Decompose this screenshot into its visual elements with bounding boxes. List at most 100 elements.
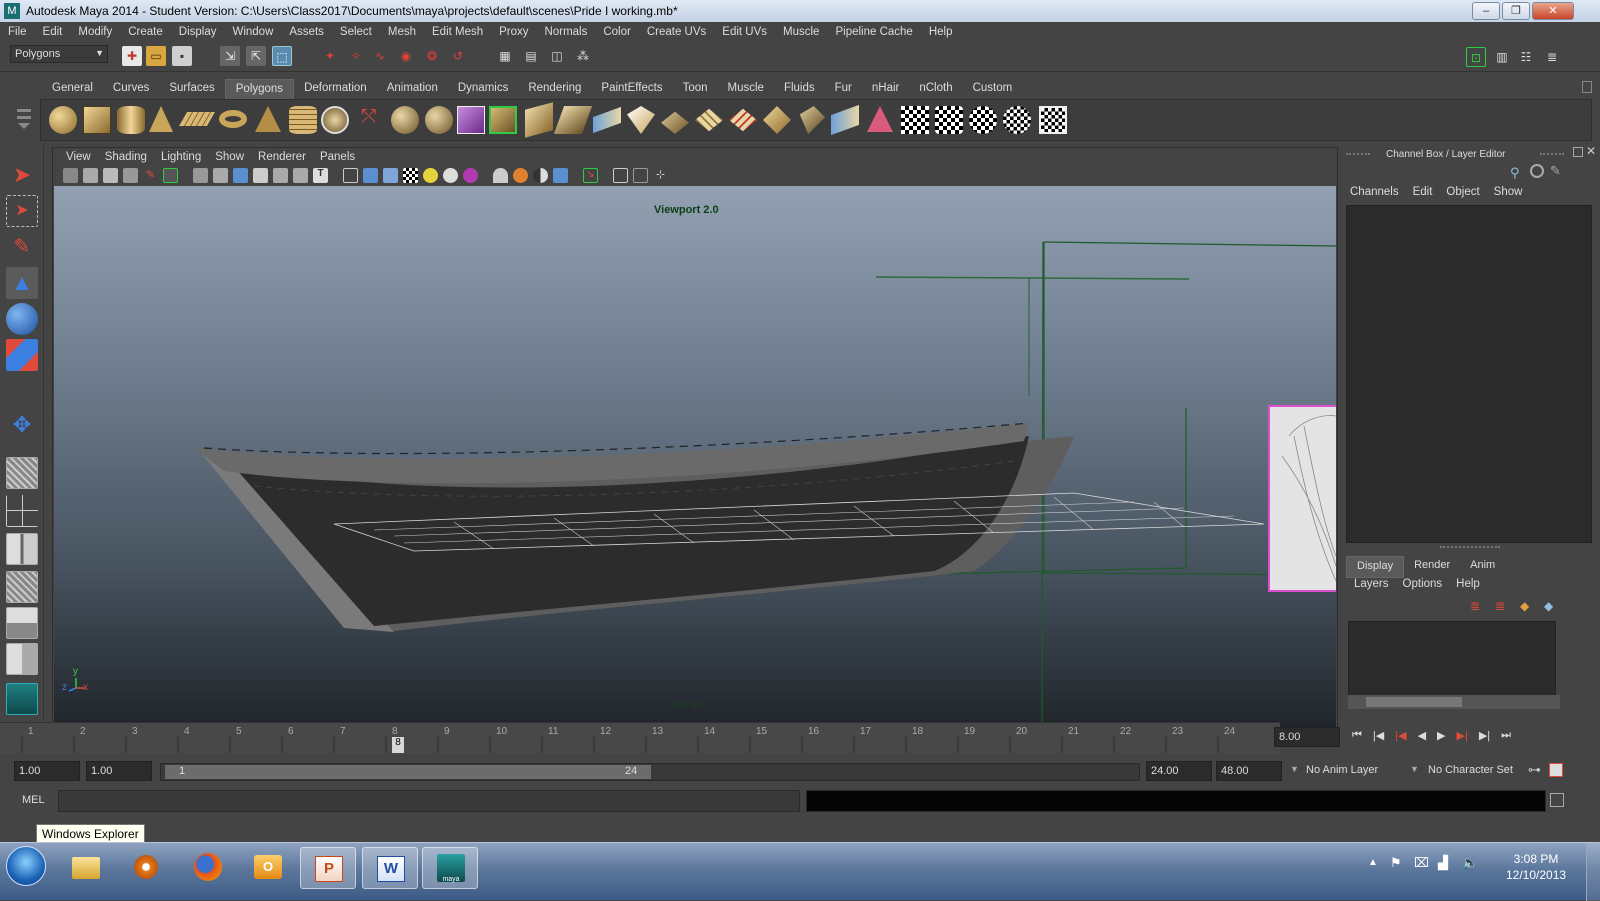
outliner-graph-layout-icon[interactable] <box>6 643 38 675</box>
new-layer-selected-icon[interactable]: ◆ <box>1544 599 1553 613</box>
menu-window[interactable]: Window <box>224 26 281 38</box>
edit-icon[interactable]: ✎ <box>1550 163 1561 179</box>
insert-edge-loop-icon[interactable] <box>627 106 655 134</box>
restore-button[interactable]: ❐ <box>1502 2 1530 20</box>
taskbar-powerpoint[interactable]: P <box>300 847 356 889</box>
motion-blur-icon[interactable] <box>493 168 508 183</box>
attribute-editor-icon[interactable]: ⚲ <box>1510 165 1520 181</box>
wedge-face-icon[interactable] <box>763 106 791 134</box>
gate-mask-icon[interactable] <box>253 168 268 183</box>
select-hierarchy-icon[interactable]: ⇲ <box>220 46 240 66</box>
play-backwards-icon[interactable]: ◀ <box>1418 729 1426 742</box>
pick-mask-icon[interactable]: ✦ <box>320 46 340 66</box>
shelf-tab-surfaces[interactable]: Surfaces <box>159 79 225 99</box>
shelf-tab-general[interactable]: General <box>42 79 103 99</box>
two-d-pan-zoom-icon[interactable]: ✎ <box>143 168 158 183</box>
safely-remove-hardware-icon[interactable]: ⌧ <box>1414 855 1429 871</box>
shelf-tab-ncloth[interactable]: nCloth <box>909 79 963 99</box>
layer-scrollbar[interactable] <box>1348 695 1560 709</box>
panel-menu-panels[interactable]: Panels <box>313 151 362 163</box>
multisample-aa-icon[interactable] <box>513 168 528 183</box>
open-scene-icon[interactable]: ▭ <box>146 46 166 66</box>
depth-of-field-icon[interactable] <box>533 168 548 183</box>
wireframe-on-shaded-icon[interactable] <box>383 168 398 183</box>
shelf-tab-dynamics[interactable]: Dynamics <box>447 79 519 99</box>
menu-create-uvs[interactable]: Create UVs <box>639 26 714 38</box>
show-modeling-toolkit-icon[interactable]: ⊡ <box>1466 47 1486 67</box>
duplicate-face-icon[interactable] <box>799 106 825 134</box>
offset-edge-loop-icon[interactable] <box>661 111 689 134</box>
poly-cube-icon[interactable] <box>83 106 111 134</box>
poly-prism-icon[interactable] <box>255 106 281 132</box>
taskbar-word[interactable]: W <box>362 847 418 889</box>
character-set-dropdown[interactable]: No Character Set <box>1428 764 1513 776</box>
rotate-tool-icon[interactable] <box>6 303 38 335</box>
poly-pipe-icon[interactable] <box>289 106 317 134</box>
taskbar-firefox[interactable] <box>180 847 236 889</box>
menu-pipeline-cache[interactable]: Pipeline Cache <box>827 26 920 38</box>
sculpt-geometry-icon[interactable] <box>867 106 893 132</box>
time-slider[interactable]: 1 2 3 4 5 6 7 8 9 10 11 12 13 14 15 16 17 18 19 20 21 22 23 24 … <box>0 722 1280 754</box>
animation-preferences-icon[interactable] <box>1549 763 1563 777</box>
go-to-end-icon[interactable]: ⏭ <box>1501 729 1511 742</box>
channel-box-menu-show[interactable]: Show <box>1494 186 1523 198</box>
channel-box-menu-edit[interactable]: Edit <box>1413 186 1433 198</box>
move-layer-down-icon[interactable]: ≣ <box>1495 599 1505 613</box>
splitter-grip[interactable] <box>1440 546 1500 548</box>
layer-menu-help[interactable]: Help <box>1456 578 1480 590</box>
bookmarks-icon[interactable] <box>103 168 118 183</box>
safe-title-icon[interactable]: T <box>313 168 328 183</box>
minimize-button[interactable]: – <box>1472 2 1500 20</box>
layer-menu-options[interactable]: Options <box>1403 578 1443 590</box>
poke-face-icon[interactable] <box>729 108 757 132</box>
new-layer-icon[interactable]: ◆ <box>1520 599 1529 613</box>
shelf-menu-icon[interactable] <box>1582 81 1592 93</box>
four-view-layout-icon[interactable] <box>6 495 38 527</box>
xray-icon[interactable] <box>553 168 568 183</box>
image-plane-icon[interactable] <box>123 168 138 183</box>
graph-editor-layout-icon[interactable] <box>6 571 38 603</box>
snap-curve-icon[interactable]: ▤ <box>521 46 541 66</box>
pick-mask-dynamics-icon[interactable]: ↺ <box>448 46 468 66</box>
screen-space-ao-icon[interactable] <box>463 168 478 183</box>
spherical-mapping-icon[interactable] <box>969 106 997 134</box>
system-clock[interactable]: 3:08 PM 12/10/2013 <box>1506 851 1566 883</box>
separate-icon[interactable] <box>391 106 419 134</box>
script-editor-icon[interactable] <box>1550 793 1564 807</box>
channel-box-menu-object[interactable]: Object <box>1446 186 1479 198</box>
start-time-field[interactable]: 1.00 <box>14 761 80 781</box>
action-center-flag-icon[interactable]: ⚑ <box>1390 855 1402 871</box>
menuset-dropdown[interactable]: Polygons ▼ <box>10 45 108 63</box>
select-camera-icon[interactable] <box>63 168 78 183</box>
xray-active-components-icon[interactable] <box>633 168 648 183</box>
select-tool-icon[interactable]: ➤ <box>6 159 38 191</box>
shelf-options-icon[interactable] <box>14 105 34 139</box>
panel-menu-renderer[interactable]: Renderer <box>251 151 313 163</box>
cylindrical-mapping-icon[interactable] <box>935 106 963 134</box>
step-back-key-icon[interactable]: |◀ <box>1373 729 1384 742</box>
range-handle[interactable] <box>165 765 651 779</box>
show-desktop-button[interactable] <box>1586 843 1600 901</box>
pick-mask-joints-icon[interactable]: ✧ <box>346 46 366 66</box>
channel-box-icon[interactable]: ≣ <box>1542 47 1562 67</box>
bridge-icon[interactable] <box>525 102 553 138</box>
wireframe-icon[interactable] <box>343 168 358 183</box>
menu-display[interactable]: Display <box>171 26 225 38</box>
menu-modify[interactable]: Modify <box>70 26 120 38</box>
tool-settings-icon[interactable]: ☷ <box>1516 47 1536 67</box>
shadows-icon[interactable] <box>443 168 458 183</box>
hypershade-layout-icon[interactable] <box>6 607 38 639</box>
field-chart-icon[interactable] <box>273 168 288 183</box>
end-time-field[interactable]: 48.00 <box>1216 761 1282 781</box>
current-time-field[interactable]: 8.00 <box>1274 727 1340 747</box>
start-button-icon[interactable] <box>6 846 46 886</box>
poly-torus-icon[interactable] <box>219 110 247 128</box>
network-icon[interactable]: ▟ <box>1438 855 1448 871</box>
auto-key-icon[interactable]: ⊶ <box>1528 762 1541 778</box>
layer-list[interactable] <box>1348 621 1556 703</box>
move-layer-up-icon[interactable]: ≣ <box>1470 599 1480 613</box>
paint-select-tool-icon[interactable]: ✎ <box>6 231 38 263</box>
smooth-icon[interactable] <box>425 106 453 134</box>
menu-assets[interactable]: Assets <box>281 26 332 38</box>
channel-list[interactable] <box>1346 205 1592 543</box>
